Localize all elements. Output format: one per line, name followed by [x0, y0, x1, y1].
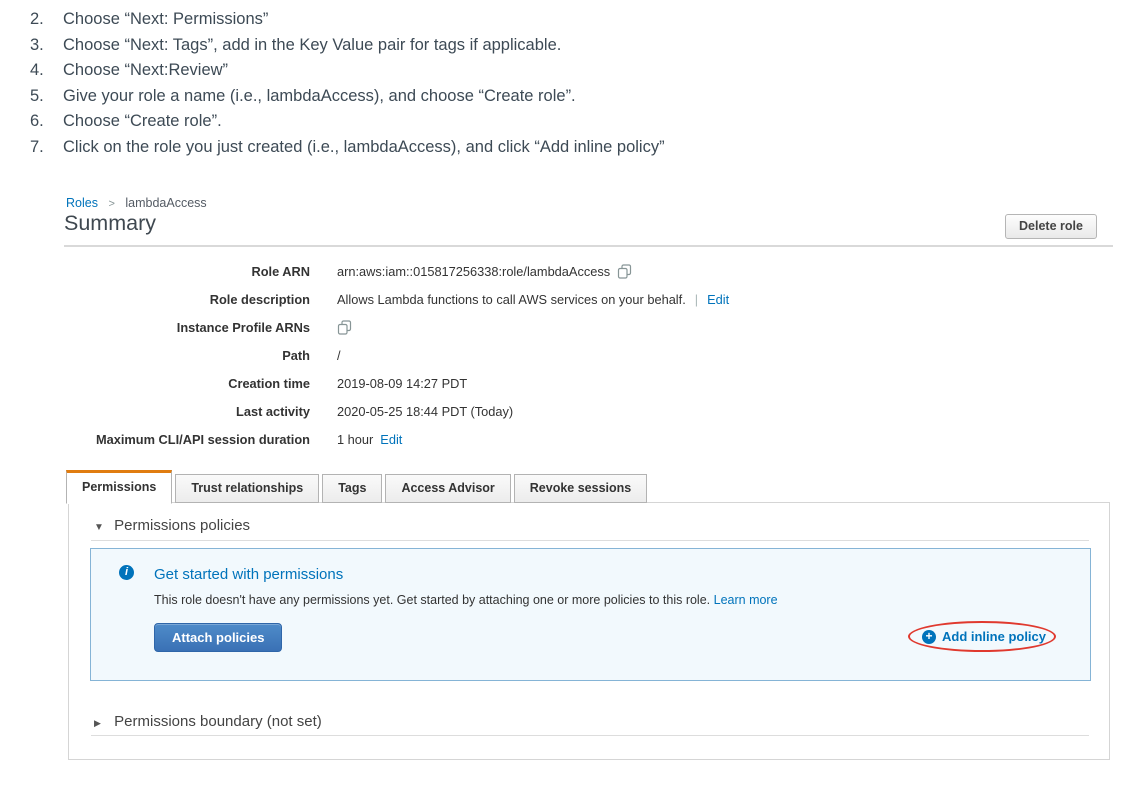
role-description-value: Allows Lambda functions to call AWS serv…: [337, 292, 686, 307]
detail-label: Last activity: [64, 404, 310, 419]
instruction-text: Choose “Next: Tags”, add in the Key Valu…: [63, 33, 561, 59]
permissions-boundary-label: Permissions boundary (not set): [114, 713, 322, 730]
instruction-number: 4.: [30, 58, 63, 84]
plus-circle-icon[interactable]: +: [922, 630, 936, 644]
detail-row-path: Path /: [64, 341, 729, 369]
instruction-item: 7. Click on the role you just created (i…: [30, 135, 665, 161]
instruction-text: Give your role a name (i.e., lambdaAcces…: [63, 84, 576, 110]
instruction-item: 3. Choose “Next: Tags”, add in the Key V…: [30, 33, 665, 59]
instruction-text: Choose “Create role”.: [63, 109, 222, 135]
detail-row-creation-time: Creation time 2019-08-09 14:27 PDT: [64, 369, 729, 397]
detail-label: Instance Profile ARNs: [64, 320, 310, 335]
info-box-body: This role doesn't have any permissions y…: [154, 593, 778, 607]
detail-row-last-activity: Last activity 2020-05-25 18:44 PDT (Toda…: [64, 397, 729, 425]
detail-label: Role ARN: [64, 264, 310, 279]
instruction-number: 6.: [30, 109, 63, 135]
edit-description-link[interactable]: Edit: [707, 292, 729, 307]
instruction-text: Click on the role you just created (i.e.…: [63, 135, 665, 161]
page: 2. Choose “Next: Permissions” 3. Choose …: [0, 0, 1126, 788]
instruction-item: 6. Choose “Create role”.: [30, 109, 665, 135]
instruction-number: 7.: [30, 135, 63, 161]
caret-right-icon: ▶: [94, 718, 110, 729]
get-started-info-box: i Get started with permissions This role…: [90, 548, 1091, 681]
title-divider: [64, 245, 1113, 247]
tab-bar: Permissions Trust relationships Tags Acc…: [66, 470, 650, 503]
instruction-number: 5.: [30, 84, 63, 110]
learn-more-link[interactable]: Learn more: [714, 593, 778, 607]
instruction-text: Choose “Next: Permissions”: [63, 7, 268, 33]
breadcrumb-separator: >: [108, 198, 114, 210]
permissions-tab-panel: ▼ Permissions policies i Get started wit…: [68, 502, 1110, 760]
instruction-number: 2.: [30, 7, 63, 33]
info-box-text: This role doesn't have any permissions y…: [154, 593, 710, 607]
max-session-value: 1 hour: [337, 432, 373, 447]
detail-label: Role description: [64, 292, 310, 307]
creation-time-value: 2019-08-09 14:27 PDT: [337, 376, 467, 391]
instruction-text: Choose “Next:Review”: [63, 58, 228, 84]
tab-tags[interactable]: Tags: [322, 474, 382, 503]
instruction-item: 2. Choose “Next: Permissions”: [30, 7, 665, 33]
detail-row-role-arn: Role ARN arn:aws:iam::015817256338:role/…: [64, 257, 729, 285]
add-inline-policy-label: Add inline policy: [942, 629, 1046, 644]
page-title: Summary: [64, 211, 156, 236]
delete-role-button[interactable]: Delete role: [1005, 214, 1097, 239]
divider-pipe: |: [695, 292, 698, 307]
breadcrumb: Roles > lambdaAccess: [66, 196, 207, 210]
permissions-policies-header[interactable]: ▼ Permissions policies: [94, 517, 250, 534]
detail-label: Path: [64, 348, 310, 363]
path-value: /: [337, 348, 341, 363]
detail-label: Creation time: [64, 376, 310, 391]
detail-row-role-description: Role description Allows Lambda functions…: [64, 285, 729, 313]
role-details: Role ARN arn:aws:iam::015817256338:role/…: [64, 257, 729, 453]
caret-down-icon: ▼: [94, 522, 110, 533]
instruction-number: 3.: [30, 33, 63, 59]
role-arn-value: arn:aws:iam::015817256338:role/lambdaAcc…: [337, 264, 610, 279]
copy-icon[interactable]: [617, 264, 632, 279]
section-divider: [91, 540, 1089, 541]
detail-row-instance-profile-arns: Instance Profile ARNs: [64, 313, 729, 341]
tab-permissions[interactable]: Permissions: [66, 470, 172, 504]
permissions-policies-label: Permissions policies: [114, 517, 250, 534]
copy-icon[interactable]: [337, 320, 352, 335]
edit-session-link[interactable]: Edit: [380, 432, 402, 447]
section-divider: [91, 735, 1089, 736]
tab-revoke-sessions[interactable]: Revoke sessions: [514, 474, 647, 503]
info-icon: i: [119, 565, 134, 580]
breadcrumb-roles-link[interactable]: Roles: [66, 196, 98, 210]
breadcrumb-current: lambdaAccess: [125, 196, 206, 210]
last-activity-value: 2020-05-25 18:44 PDT (Today): [337, 404, 513, 419]
instruction-list: 2. Choose “Next: Permissions” 3. Choose …: [30, 7, 665, 161]
info-box-title: Get started with permissions: [154, 566, 343, 583]
detail-label: Maximum CLI/API session duration: [64, 432, 310, 447]
tab-trust-relationships[interactable]: Trust relationships: [175, 474, 319, 503]
add-inline-policy-link[interactable]: + Add inline policy: [922, 629, 1046, 644]
tab-access-advisor[interactable]: Access Advisor: [385, 474, 510, 503]
instruction-item: 5. Give your role a name (i.e., lambdaAc…: [30, 84, 665, 110]
attach-policies-button[interactable]: Attach policies: [154, 623, 282, 652]
detail-row-max-session: Maximum CLI/API session duration 1 hour …: [64, 425, 729, 453]
instruction-item: 4. Choose “Next:Review”: [30, 58, 665, 84]
permissions-boundary-header[interactable]: ▶ Permissions boundary (not set): [94, 713, 322, 730]
